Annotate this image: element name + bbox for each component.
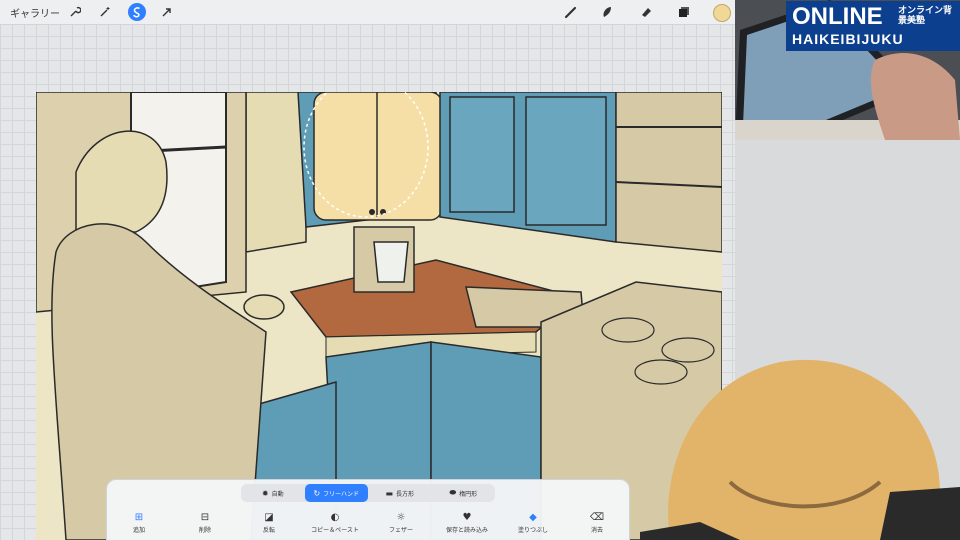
color-swatch[interactable] bbox=[713, 4, 731, 22]
action-label: 削除 bbox=[198, 527, 211, 534]
clear-button[interactable]: ⌫ 消去 bbox=[567, 511, 627, 534]
fill-button[interactable]: ◆ 塗りつぶし bbox=[503, 511, 563, 534]
mode-rectangle[interactable]: ▬ 長方形 bbox=[368, 484, 432, 502]
transform-arrow-icon[interactable] bbox=[158, 3, 176, 21]
online-haikeibijuku-logo: ONLINE オンライン背景美塾 HAIKEIBIJUKU bbox=[786, 1, 960, 51]
top-toolbar: ギャラリー bbox=[0, 0, 735, 25]
logo-line1-sub: オンライン背景美塾 bbox=[898, 5, 953, 25]
mode-label: フリーハンド bbox=[323, 490, 360, 498]
layers-icon[interactable] bbox=[675, 3, 693, 21]
mode-ellipse[interactable]: ⬬ 楕円形 bbox=[432, 484, 496, 502]
person-silhouette bbox=[640, 359, 960, 540]
action-label: コピー＆ペースト bbox=[311, 527, 359, 534]
magic-wand-icon[interactable] bbox=[96, 3, 114, 21]
add-button[interactable]: ⊞ 追加 bbox=[109, 511, 169, 534]
action-label: 追加 bbox=[132, 527, 145, 534]
gallery-button[interactable]: ギャラリー bbox=[10, 3, 60, 21]
copy-paste-button[interactable]: ◐ コピー＆ペースト bbox=[305, 511, 365, 534]
heart-icon: ♥ bbox=[462, 512, 472, 523]
action-label: フェザー bbox=[388, 527, 413, 534]
wrench-icon[interactable] bbox=[66, 3, 84, 21]
rectangle-icon: ▬ bbox=[385, 488, 394, 498]
logo-line1: ONLINE bbox=[792, 3, 883, 30]
webcam-person-overlay bbox=[640, 352, 960, 540]
action-label: 保存と読み込み bbox=[445, 527, 488, 534]
copy-paste-icon: ◐ bbox=[330, 512, 340, 523]
invert-icon: ◪ bbox=[264, 512, 274, 523]
selection-actions: ⊞ 追加 ⊟ 削除 ◪ 反転 ◐ コピー＆ペースト ☼ フェザー ♥ 保存と読み… bbox=[107, 511, 629, 539]
remove-button[interactable]: ⊟ 削除 bbox=[175, 511, 235, 534]
action-label: 反転 bbox=[262, 527, 275, 534]
plus-icon: ⊞ bbox=[134, 512, 144, 523]
drawing-canvas[interactable] bbox=[36, 92, 722, 540]
selection-mode-segmented: ✹ 自動 ↻ フリーハンド ▬ 長方形 ⬬ 楕円形 bbox=[241, 484, 495, 502]
freehand-icon: ↻ bbox=[313, 488, 321, 498]
mode-label: 自動 bbox=[271, 490, 284, 498]
clear-icon: ⌫ bbox=[589, 512, 605, 523]
ellipse-icon: ⬬ bbox=[449, 488, 457, 497]
feather-icon: ☼ bbox=[396, 512, 406, 523]
feather-button[interactable]: ☼ フェザー bbox=[371, 511, 431, 534]
mode-freehand[interactable]: ↻ フリーハンド bbox=[304, 484, 368, 502]
brush-icon[interactable] bbox=[562, 3, 580, 21]
fill-icon: ◆ bbox=[529, 512, 537, 523]
invert-button[interactable]: ◪ 反転 bbox=[239, 511, 299, 534]
mode-automatic[interactable]: ✹ 自動 bbox=[241, 484, 305, 502]
eraser-icon[interactable] bbox=[637, 3, 655, 21]
smudge-icon[interactable] bbox=[598, 3, 616, 21]
action-label: 塗りつぶし bbox=[517, 527, 549, 534]
save-load-button[interactable]: ♥ 保存と読み込み bbox=[437, 511, 497, 534]
sun-icon: ✹ bbox=[261, 488, 269, 498]
logo-line2: HAIKEIBIJUKU bbox=[792, 31, 904, 47]
action-label: 消去 bbox=[590, 527, 603, 534]
mode-label: 楕円形 bbox=[459, 490, 478, 498]
selection-icon[interactable] bbox=[128, 3, 146, 21]
procreate-app: ギャラリー ✹ 自動 ↻ フリーハンド ▬ 長方形 ⬬ 楕円形 ⊞ 追加 ⊟ 削… bbox=[0, 0, 735, 540]
kitchen-illustration bbox=[36, 92, 722, 540]
selection-toolbar: ✹ 自動 ↻ フリーハンド ▬ 長方形 ⬬ 楕円形 ⊞ 追加 ⊟ 削除 ◪ 反転… bbox=[106, 479, 630, 540]
minus-icon: ⊟ bbox=[200, 512, 210, 523]
mode-label: 長方形 bbox=[396, 490, 415, 498]
